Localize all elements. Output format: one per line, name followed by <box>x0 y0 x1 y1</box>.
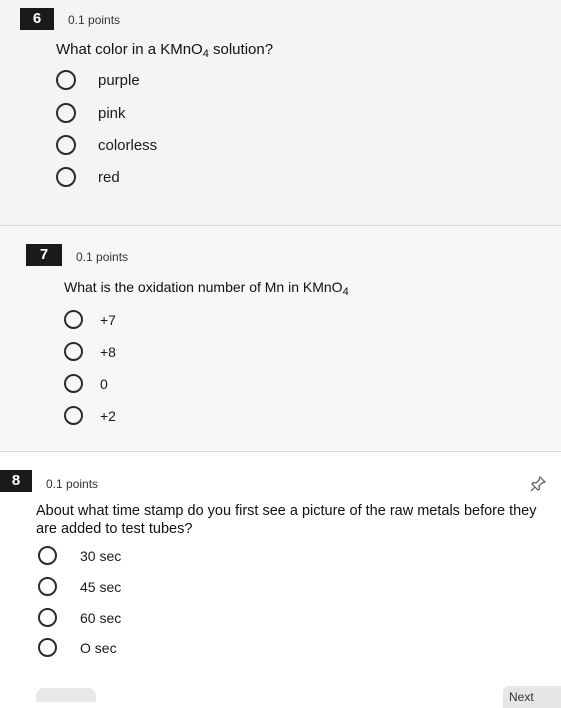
radio-button[interactable] <box>64 406 83 425</box>
question-points: 0.1 points <box>46 477 99 491</box>
radio-button[interactable] <box>38 577 57 596</box>
option-colorless[interactable]: colorless <box>56 135 157 155</box>
radio-button[interactable] <box>56 135 76 155</box>
question-number: 7 <box>26 244 62 266</box>
option-label: purple <box>98 71 140 89</box>
radio-button[interactable] <box>56 70 76 90</box>
radio-button[interactable] <box>38 638 57 657</box>
question-8-panel: 8 0.1 points About what time stamp do yo… <box>0 452 561 700</box>
radio-button[interactable] <box>64 342 83 361</box>
option-red[interactable]: red <box>56 167 120 187</box>
radio-button[interactable] <box>64 310 83 329</box>
next-button[interactable]: Next <box>503 686 561 708</box>
question-6-panel: 6 0.1 points What color in a KMnO4 solut… <box>0 0 561 226</box>
option-zero[interactable]: 0 <box>64 374 108 393</box>
option-label: pink <box>98 104 126 122</box>
option-label: O sec <box>80 639 117 656</box>
option-plus-2[interactable]: +2 <box>64 406 116 425</box>
option-label: 30 sec <box>80 547 122 564</box>
question-text: What is the oxidation number of Mn in KM… <box>64 279 349 298</box>
option-label: +2 <box>100 407 116 424</box>
option-45-sec[interactable]: 45 sec <box>38 577 121 596</box>
option-label: 0 <box>100 375 108 392</box>
option-60-sec[interactable]: 60 sec <box>38 608 121 627</box>
option-pink[interactable]: pink <box>56 103 126 123</box>
radio-button[interactable] <box>56 167 76 187</box>
option-plus-8[interactable]: +8 <box>64 342 116 361</box>
radio-button[interactable] <box>56 103 76 123</box>
question-number: 6 <box>20 8 54 30</box>
radio-button[interactable] <box>38 546 57 565</box>
option-label: colorless <box>98 136 158 154</box>
option-label: +7 <box>100 311 116 328</box>
question-number: 8 <box>0 470 32 492</box>
option-label: 60 sec <box>80 609 122 626</box>
question-text: What color in a KMnO4 solution? <box>56 41 274 60</box>
pin-icon[interactable] <box>530 475 547 495</box>
question-points: 0.1 points <box>76 250 129 264</box>
option-label: 45 sec <box>80 578 122 595</box>
question-text-line-1: About what time stamp do you first see a… <box>36 503 537 519</box>
option-plus-7[interactable]: +7 <box>64 310 116 329</box>
option-0-sec[interactable]: O sec <box>38 638 117 657</box>
question-7-panel: 7 0.1 points What is the oxidation numbe… <box>0 226 561 452</box>
radio-button[interactable] <box>38 608 57 627</box>
option-purple[interactable]: purple <box>56 70 140 90</box>
option-30-sec[interactable]: 30 sec <box>38 546 121 565</box>
option-label: +8 <box>100 343 116 360</box>
question-text-line-2: are added to test tubes? <box>36 521 193 537</box>
option-label: red <box>98 168 120 186</box>
question-points: 0.1 points <box>68 13 121 27</box>
radio-button[interactable] <box>64 374 83 393</box>
